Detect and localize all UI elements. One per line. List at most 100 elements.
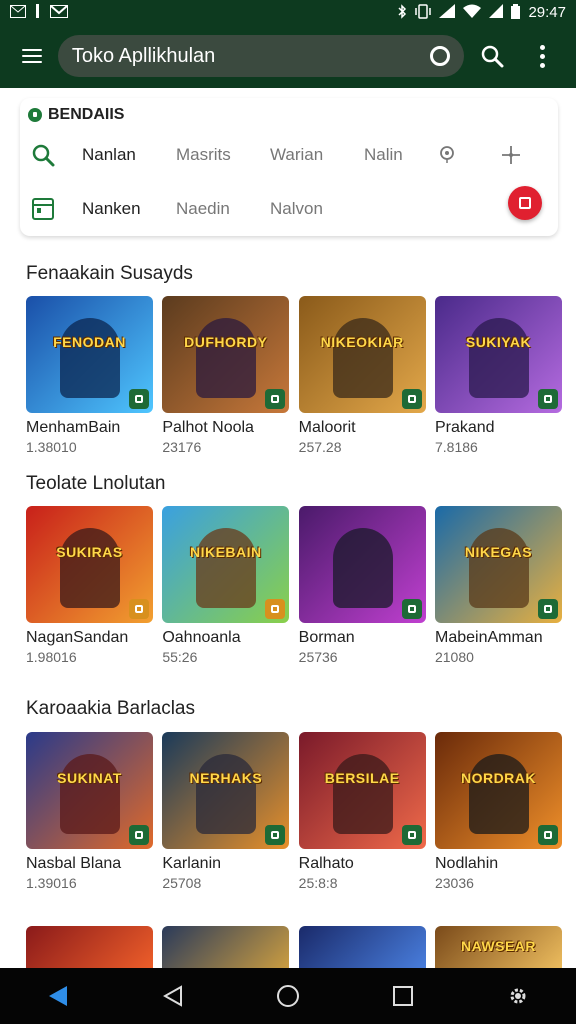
section-title: Teolate Lnolutan <box>26 473 166 494</box>
nav-home-indicator[interactable] <box>34 972 82 1020</box>
app-thumbnail: BERSILAE <box>298 732 426 849</box>
hero-artwork <box>332 318 393 398</box>
section-title: Fenaakain Susayds <box>26 263 193 284</box>
app-card[interactable] <box>298 926 426 974</box>
filter-card: BENDAIIS Nanlan Masrits Warian Nalin Nan… <box>20 98 558 236</box>
nav-back-button[interactable] <box>149 972 197 1020</box>
search-icon[interactable] <box>30 142 56 168</box>
app-card[interactable]: NIKEGAS MabeinAmman 21080 <box>434 506 562 665</box>
app-meta: 25736 <box>298 649 338 665</box>
filter-chip-naedin[interactable]: Naedin <box>176 199 270 219</box>
app-card[interactable]: SUKIYAK Prakand 7.8186 <box>434 296 562 455</box>
menu-button[interactable] <box>12 36 52 76</box>
install-badge-icon[interactable] <box>129 599 149 619</box>
game-logo-text: FENODAN <box>53 334 126 350</box>
install-badge-icon[interactable] <box>537 825 558 845</box>
hero-artwork <box>332 528 393 608</box>
app-grid: SUKIRAS NaganSandan 1.98016 NIKEBAIN Oahnoan… <box>26 506 562 665</box>
app-name: Nodlahin <box>434 855 499 872</box>
app-card[interactable]: NIKEOKIAR Maloorit 257.28 <box>298 296 426 455</box>
status-bar: 29:47 <box>0 0 576 24</box>
status-time: 29:47 <box>528 3 566 21</box>
app-meta: 1.39016 <box>26 875 77 891</box>
app-thumbnail: NIKEGAS <box>434 506 562 623</box>
app-bar: Toko Apllikhulan <box>0 24 576 88</box>
search-bar[interactable]: Toko Apllikhulan <box>57 35 465 77</box>
install-badge-icon[interactable] <box>265 825 286 845</box>
app-card[interactable]: NERHAKS Karlanin 25708 <box>162 732 290 891</box>
install-badge-icon[interactable] <box>537 599 558 619</box>
hero-artwork <box>468 528 529 608</box>
app-meta: 257.28 <box>298 439 342 455</box>
app-card[interactable]: FENODAN MenhamBain 1.38010 <box>26 296 153 455</box>
app-thumbnail: NERHAKS <box>162 732 290 849</box>
install-badge-icon[interactable] <box>265 599 286 619</box>
game-logo-text: NAWSEAR <box>460 938 537 954</box>
install-badge-icon[interactable] <box>401 599 422 619</box>
filter-chip-warian[interactable]: Warian <box>270 145 364 165</box>
filter-chip-nanlan[interactable]: Nanlan <box>82 145 176 165</box>
gear-icon <box>510 988 526 1004</box>
app-card[interactable]: DUFHORDY Palhot Noola 23176 <box>162 296 290 455</box>
nav-recents-button[interactable] <box>379 972 427 1020</box>
navigation-bar <box>0 968 576 1024</box>
install-badge-icon[interactable] <box>401 825 422 845</box>
app-card[interactable] <box>26 926 153 974</box>
filter-chip-nanken[interactable]: Nanken <box>82 199 176 219</box>
install-badge-icon[interactable] <box>129 825 149 845</box>
app-card[interactable]: SUKINAT Nasbal Blana 1.39016 <box>26 732 153 891</box>
app-thumbnail <box>298 506 426 623</box>
install-badge-icon[interactable] <box>401 389 422 409</box>
game-logo-text: NIKEGAS <box>464 544 533 560</box>
app-meta: 7.8186 <box>434 439 478 455</box>
filter-chip-masrits[interactable]: Masrits <box>176 145 270 165</box>
app-card[interactable]: Borman 25736 <box>298 506 426 665</box>
app-meta: 1.38010 <box>26 439 77 455</box>
app-name: MenhamBain <box>26 419 121 436</box>
signal-icon <box>439 4 456 20</box>
filter-chip-nalin[interactable]: Nalin <box>364 145 434 165</box>
game-logo-text: SUKIRAS <box>56 544 123 560</box>
app-meta: 1.98016 <box>26 649 77 665</box>
voice-search-icon[interactable] <box>430 46 451 66</box>
filter-row-2: Nanken Naedin Nalvon <box>30 196 364 222</box>
app-thumbnail: SUKINAT <box>26 732 153 849</box>
filter-row-1: Nanlan Masrits Warian Nalin <box>30 142 550 168</box>
app-thumbnail: SUKIYAK <box>434 296 562 413</box>
hero-artwork <box>332 754 393 834</box>
location-icon[interactable] <box>434 142 460 168</box>
nav-settings-button[interactable] <box>494 972 542 1020</box>
app-card[interactable]: NORDRAK Nodlahin 23036 <box>434 732 562 891</box>
play-triangle-icon <box>48 986 67 1006</box>
app-thumbnail <box>162 926 290 974</box>
app-name: Oahnoanla <box>162 629 241 646</box>
app-grid: SUKINAT Nasbal Blana 1.39016 NERHAKS Karlani… <box>26 732 562 891</box>
calendar-icon[interactable] <box>30 196 56 222</box>
overflow-menu-button[interactable] <box>520 34 564 78</box>
app-meta: 25708 <box>162 875 202 891</box>
app-card[interactable]: NAWSEAR <box>434 926 562 974</box>
install-badge-icon[interactable] <box>537 389 558 409</box>
filter-action-button[interactable] <box>508 186 542 220</box>
app-card[interactable]: SUKIRAS NaganSandan 1.98016 <box>26 506 153 665</box>
install-badge-icon[interactable] <box>265 389 286 409</box>
move-icon[interactable] <box>498 142 524 168</box>
search-button[interactable] <box>470 34 514 78</box>
app-name: Palhot Noola <box>162 419 254 436</box>
nav-home-button[interactable] <box>264 972 312 1020</box>
app-card[interactable]: BERSILAE Ralhato 25:8:8 <box>298 732 426 891</box>
gmail-icon <box>50 4 68 20</box>
app-card[interactable]: NIKEBAIN Oahnoanla 55:26 <box>162 506 290 665</box>
status-right-icons: 29:47 <box>397 3 566 21</box>
status-left-icons <box>10 4 68 20</box>
game-logo-text: SUKINAT <box>57 770 122 786</box>
hero-artwork <box>196 528 257 608</box>
install-badge-icon[interactable] <box>129 389 149 409</box>
app-name: Maloorit <box>298 419 356 436</box>
game-logo-text: NIKEBAIN <box>189 544 262 560</box>
filter-chip-nalvon[interactable]: Nalvon <box>270 199 364 219</box>
bell-icon <box>34 4 42 20</box>
search-text: Toko Apllikhulan <box>71 44 216 67</box>
app-card[interactable] <box>162 926 290 974</box>
hero-artwork <box>468 754 529 834</box>
